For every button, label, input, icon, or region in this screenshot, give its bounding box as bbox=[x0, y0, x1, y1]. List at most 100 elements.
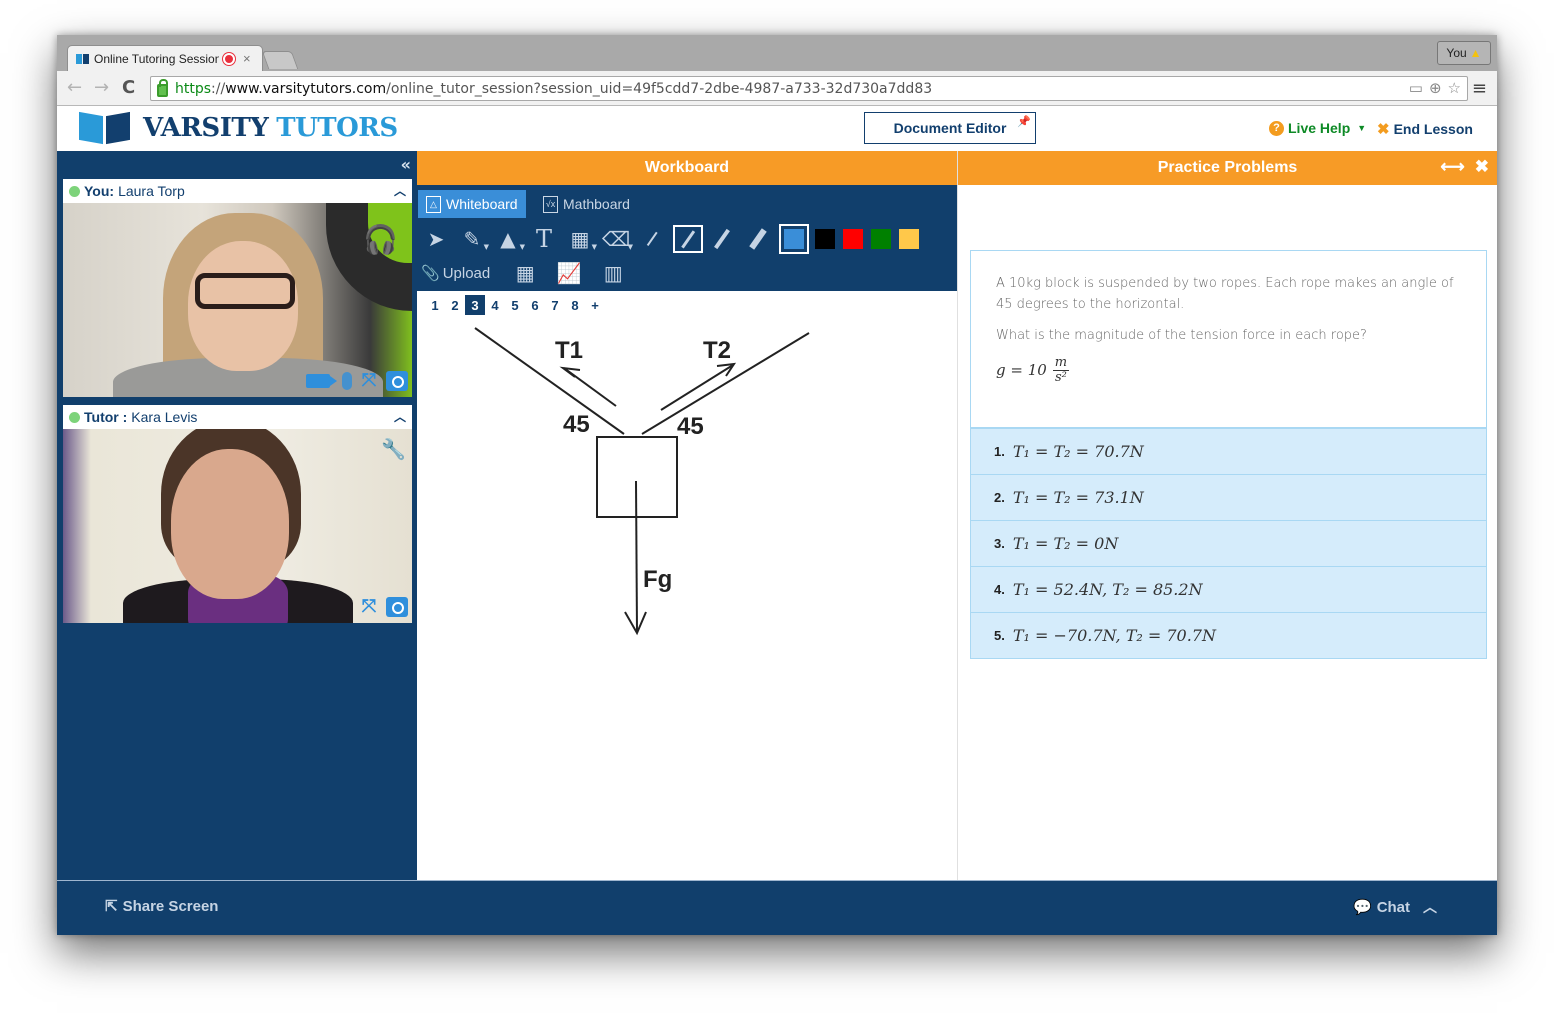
tab-whiteboard[interactable]: △ Whiteboard bbox=[418, 190, 526, 218]
back-button[interactable]: ← bbox=[67, 78, 82, 98]
forward-button[interactable]: → bbox=[94, 78, 109, 98]
browser-menu-icon[interactable]: ≡ bbox=[1472, 78, 1487, 99]
browser-tab[interactable]: Online Tutoring Session × bbox=[67, 45, 263, 71]
page-1[interactable]: 1 bbox=[425, 295, 445, 315]
shape-triangle-icon[interactable]: ▲ ▼ bbox=[493, 225, 525, 253]
color-swatch-blue[interactable] bbox=[784, 229, 804, 249]
warning-icon: ▲ bbox=[1469, 46, 1482, 60]
video-camera-icon[interactable] bbox=[306, 374, 337, 388]
chat-button[interactable]: 💬 Chat ︿ bbox=[1353, 897, 1437, 917]
tab-close-button[interactable]: × bbox=[243, 51, 251, 66]
line-width-thick[interactable] bbox=[707, 225, 737, 253]
color-swatch-green[interactable] bbox=[871, 229, 891, 249]
participant-name: Laura Torp bbox=[118, 183, 185, 199]
online-status-icon bbox=[69, 185, 80, 197]
video-face bbox=[171, 449, 289, 599]
fg-arrowhead bbox=[624, 611, 647, 636]
dropdown-caret-icon: ▼ bbox=[1357, 123, 1367, 133]
answer-list: 1. T₁ = T₂ = 70.7N 2. T₁ = T₂ = 73.1N 3.… bbox=[970, 428, 1487, 659]
answer-option[interactable]: 3. T₁ = T₂ = 0N bbox=[971, 520, 1486, 566]
microphone-icon[interactable] bbox=[342, 372, 352, 390]
zoom-icon[interactable]: ⊕ bbox=[1429, 79, 1442, 97]
resize-arrows-icon[interactable]: ⟷ bbox=[1440, 157, 1464, 177]
add-page-button[interactable]: + bbox=[585, 295, 605, 315]
line-graph-icon[interactable]: 📈 bbox=[554, 259, 584, 287]
address-bar[interactable]: https://www.varsitytutors.com/online_tut… bbox=[150, 76, 1468, 101]
color-swatch-black[interactable] bbox=[815, 229, 835, 249]
profile-label: You bbox=[1446, 46, 1467, 60]
answer-expression: T₁ = −70.7N, T₂ = 70.7N bbox=[1012, 626, 1216, 645]
answer-number: 1. bbox=[994, 444, 1005, 459]
participant-card-you: You: Laura Torp ︿ 🎧 ⤧ bbox=[63, 179, 412, 397]
profile-button[interactable]: You ▲ bbox=[1437, 41, 1491, 65]
workboard-panel: Workboard △ Whiteboard √x Mathboard ➤ ✎ ▼… bbox=[417, 151, 957, 880]
document-editor-button[interactable]: Document Editor 📌 bbox=[864, 112, 1036, 144]
line-width-extra-thick[interactable] bbox=[743, 225, 773, 253]
eraser-icon[interactable]: ⌫ ▼ bbox=[601, 225, 633, 253]
varsity-tutors-logo[interactable]: VARSITY TUTORS bbox=[79, 111, 398, 145]
workboard-title: Workboard bbox=[417, 151, 957, 185]
tab-mathboard[interactable]: √x Mathboard bbox=[535, 190, 638, 218]
page-4[interactable]: 4 bbox=[485, 295, 505, 315]
collapse-sidebar-icon[interactable]: « bbox=[401, 155, 411, 174]
share-screen-button[interactable]: ⇱ Share Screen bbox=[105, 897, 219, 916]
omnibox-icons: ▭ ⊕ ☆ bbox=[1409, 79, 1461, 97]
snapshot-camera-icon[interactable] bbox=[386, 597, 408, 617]
page-8[interactable]: 8 bbox=[565, 295, 585, 315]
line-width-thin[interactable] bbox=[637, 225, 667, 253]
bar-chart-icon[interactable]: ▥ bbox=[598, 259, 628, 287]
end-lesson-label: End Lesson bbox=[1393, 121, 1473, 137]
snapshot-camera-icon[interactable] bbox=[386, 371, 408, 391]
page-5[interactable]: 5 bbox=[505, 295, 525, 315]
headset-icon[interactable]: 🎧 bbox=[363, 223, 398, 256]
whiteboard-canvas[interactable]: T1 T2 45 45 Fg bbox=[417, 319, 957, 880]
tab-label: Whiteboard bbox=[446, 196, 518, 212]
page-7[interactable]: 7 bbox=[545, 295, 565, 315]
expand-icon[interactable]: ⤧ bbox=[358, 597, 380, 617]
answer-option[interactable]: 2. T₁ = T₂ = 73.1N bbox=[971, 474, 1486, 520]
label-angle-right: 45 bbox=[677, 413, 704, 440]
text-tool-icon[interactable]: T bbox=[529, 225, 559, 253]
answer-expression: T₁ = T₂ = 73.1N bbox=[1012, 488, 1144, 507]
book-logo-icon bbox=[79, 111, 131, 145]
close-panel-icon[interactable]: ✖ bbox=[1475, 157, 1489, 177]
video-glasses bbox=[195, 273, 295, 309]
question-box: A 10kg block is suspended by two ropes. … bbox=[970, 250, 1487, 428]
upload-button[interactable]: 📎 Upload bbox=[421, 264, 490, 283]
line-width-medium-selected[interactable] bbox=[673, 225, 703, 253]
fraction-denominator: s² bbox=[1055, 370, 1067, 385]
end-lesson-button[interactable]: ✖ End Lesson bbox=[1377, 120, 1473, 138]
free-body-diagram: T1 T2 45 45 Fg bbox=[474, 327, 810, 636]
camera-blocked-icon[interactable]: ▭ bbox=[1409, 79, 1423, 97]
answer-option[interactable]: 5. T₁ = −70.7N, T₂ = 70.7N bbox=[971, 612, 1486, 658]
reload-button[interactable]: C bbox=[122, 78, 135, 98]
chevron-up-icon[interactable]: ︿ bbox=[394, 408, 406, 425]
color-swatch-yellow[interactable] bbox=[899, 229, 919, 249]
logo-word-tutors: TUTORS bbox=[276, 113, 398, 143]
color-swatch-selected[interactable] bbox=[779, 224, 809, 254]
drawing-tools-row: ➤ ✎ ▼ ▲ ▼ T ▦ ▼ ⌫ ▼ bbox=[421, 224, 927, 254]
url-path: /online_tutor_session?session_uid=49f5cd… bbox=[386, 80, 933, 97]
wrench-icon[interactable]: 🔧 bbox=[381, 437, 406, 461]
chevron-up-icon[interactable]: ︿ bbox=[394, 182, 406, 199]
answer-expression: T₁ = T₂ = 0N bbox=[1012, 534, 1119, 553]
page-2[interactable]: 2 bbox=[445, 295, 465, 315]
favicon-icon bbox=[76, 53, 90, 64]
select-pointer-icon[interactable]: ➤ bbox=[421, 225, 451, 253]
table-grid-icon[interactable]: ▦ ▼ bbox=[565, 225, 597, 253]
bookmark-star-icon[interactable]: ☆ bbox=[1448, 79, 1461, 97]
live-help-button[interactable]: ? Live Help ▼ bbox=[1269, 120, 1366, 136]
pen-tool-icon[interactable]: ✎ ▼ bbox=[457, 225, 489, 253]
page-6[interactable]: 6 bbox=[525, 295, 545, 315]
new-tab-button[interactable] bbox=[261, 51, 299, 69]
workboard-toolbar: △ Whiteboard √x Mathboard ➤ ✎ ▼ ▲ ▼ T ▦ ▼ ⌫… bbox=[417, 185, 957, 291]
participant-header: Tutor : Kara Levis ︿ bbox=[63, 405, 412, 429]
color-swatch-red[interactable] bbox=[843, 229, 863, 249]
pin-icon[interactable]: 📌 bbox=[1017, 115, 1031, 128]
expand-icon[interactable]: ⤧ bbox=[358, 371, 380, 391]
page-3-active[interactable]: 3 bbox=[465, 295, 485, 315]
answer-option[interactable]: 1. T₁ = T₂ = 70.7N bbox=[971, 428, 1486, 474]
share-screen-label: Share Screen bbox=[122, 897, 219, 915]
calculator-icon[interactable]: ▦ bbox=[510, 259, 540, 287]
answer-option[interactable]: 4. T₁ = 52.4N, T₂ = 85.2N bbox=[971, 566, 1486, 612]
